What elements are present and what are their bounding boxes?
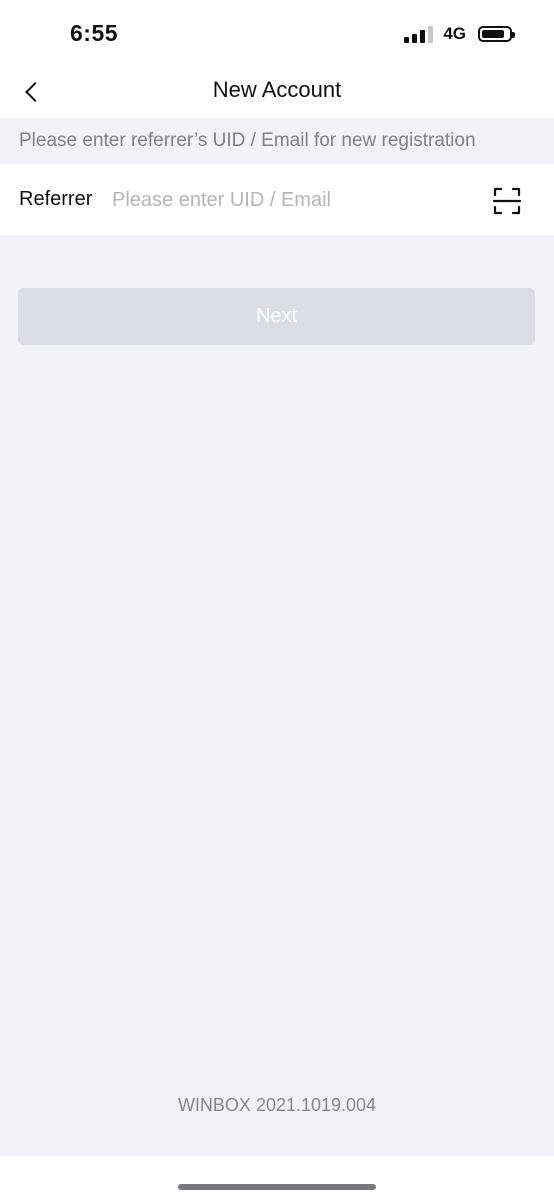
scan-button[interactable] bbox=[492, 186, 522, 216]
network-type: 4G bbox=[443, 24, 466, 43]
referrer-input[interactable] bbox=[112, 182, 472, 218]
page-title: New Account bbox=[212, 77, 342, 102]
status-time: 6:55 bbox=[70, 20, 119, 46]
referrer-label: Referrer bbox=[19, 188, 93, 210]
status-indicators: 4G bbox=[404, 22, 515, 46]
navigation-bar: New Account bbox=[0, 66, 554, 118]
referrer-row: Referrer bbox=[0, 164, 554, 235]
status-bar: 6:55 4G bbox=[0, 0, 554, 66]
battery-level bbox=[482, 30, 504, 38]
battery-icon bbox=[478, 26, 515, 42]
hint-banner: Please enter referrer’s UID / Email for … bbox=[0, 118, 554, 164]
home-indicator[interactable] bbox=[178, 1184, 376, 1190]
cellular-signal-icon bbox=[404, 25, 434, 43]
app-version: WINBOX 2021.1019.004 bbox=[177, 1095, 377, 1115]
next-button[interactable]: Next bbox=[18, 288, 535, 345]
home-indicator-area bbox=[0, 1156, 554, 1200]
hint-text: Please enter referrer’s UID / Email for … bbox=[19, 130, 476, 151]
scan-icon bbox=[492, 187, 522, 215]
